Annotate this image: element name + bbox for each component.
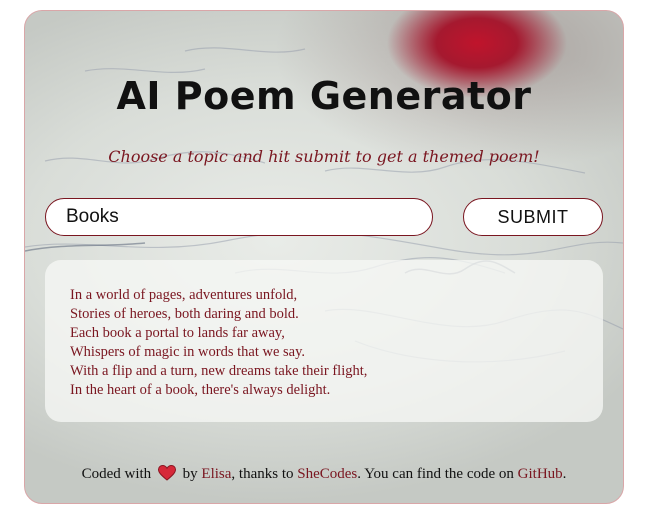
poem-output: In a world of pages, adventures unfold, … bbox=[45, 260, 603, 422]
submit-button[interactable]: SUBMIT bbox=[463, 198, 603, 236]
poem-line: With a flip and a turn, new dreams take … bbox=[70, 363, 368, 379]
footer-find-code: . You can find the code on bbox=[357, 466, 514, 482]
poem-line: Whispers of magic in words that we say. bbox=[70, 344, 306, 360]
poem-line: Each book a portal to lands far away, bbox=[70, 325, 285, 341]
poem-generator-card: AI Poem Generator Choose a topic and hit… bbox=[24, 10, 624, 504]
footer-by: by bbox=[182, 466, 198, 482]
heart-icon bbox=[157, 464, 176, 486]
footer: Coded with by Elisa, thanks to SheCodes.… bbox=[25, 464, 623, 486]
topic-input[interactable] bbox=[45, 198, 433, 236]
author-link[interactable]: Elisa bbox=[201, 466, 231, 482]
footer-end: . bbox=[562, 466, 567, 482]
page-subtitle: Choose a topic and hit submit to get a t… bbox=[108, 147, 540, 166]
page-title: AI Poem Generator bbox=[116, 74, 532, 118]
github-link[interactable]: GitHub bbox=[518, 466, 563, 482]
footer-thanks-to: , thanks to bbox=[231, 466, 294, 482]
footer-coded-with: Coded with bbox=[81, 466, 152, 482]
poem-line: Stories of heroes, both daring and bold. bbox=[70, 306, 299, 322]
poem-line: In a world of pages, adventures unfold, bbox=[70, 287, 298, 303]
poem-line: In the heart of a book, there's always d… bbox=[70, 382, 331, 398]
shecodes-link[interactable]: SheCodes bbox=[297, 466, 357, 482]
